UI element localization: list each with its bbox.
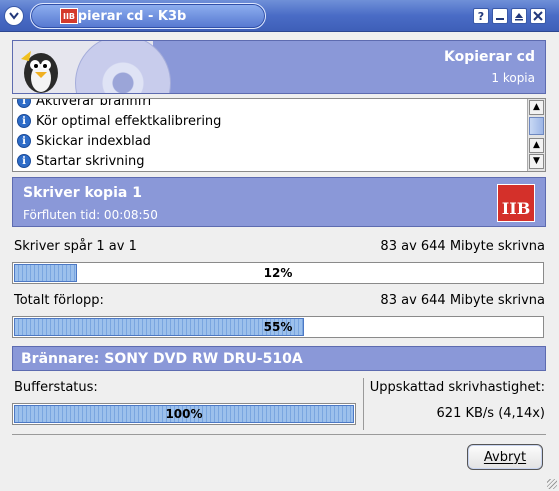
scroll-up-small-button[interactable]: ▲ (529, 138, 544, 153)
track-progress-text: 12% (263, 266, 293, 280)
minimize-button[interactable] (492, 8, 508, 24)
banner-graphic (13, 41, 171, 93)
info-icon: i (17, 154, 31, 168)
total-label: Totalt förlopp: (14, 293, 104, 308)
close-icon (533, 11, 543, 21)
header-banner: Kopierar cd 1 kopia (12, 40, 546, 94)
log-items: i Aktiverar brännfri i Kör optimal effek… (13, 98, 221, 171)
scroll-down-button[interactable]: ▼ (529, 154, 544, 169)
window-menu-button[interactable] (4, 6, 24, 26)
minimize-icon (496, 18, 504, 20)
info-icon: i (17, 114, 31, 128)
copy-status-title: Skriver kopia 1 (23, 185, 142, 201)
list-item: i Startar skrivning (13, 151, 221, 171)
arrow-up-icon: ▲ (533, 140, 540, 150)
resize-grip[interactable] (547, 479, 557, 489)
track-size: 83 av 644 Mibyte skrivna (380, 239, 545, 254)
question-icon: ? (477, 9, 485, 23)
arrow-down-icon: ▼ (533, 156, 540, 166)
total-progress-text: 55% (263, 320, 293, 334)
chevron-down-icon (9, 12, 19, 20)
speed-label: Uppskattad skrivhastighet: (369, 380, 545, 395)
copy-status-panel: Skriver kopia 1 Förfluten tid: 00:08:50 … (12, 177, 546, 227)
elapsed-time: Förfluten tid: 00:08:50 (23, 208, 158, 222)
maximize-button[interactable] (511, 8, 527, 24)
scroll-up-button[interactable]: ▲ (529, 100, 544, 115)
scroll-thumb[interactable] (529, 117, 544, 135)
burner-bar: Brännare: SONY DVD RW DRU-510A (12, 346, 546, 371)
cancel-button-label: Avbryt (483, 449, 527, 465)
log-item-text: Startar skrivning (36, 153, 145, 169)
buffer-label: Bufferstatus: (14, 380, 98, 395)
buffer-progress-bar: 100% (12, 403, 356, 425)
cancel-button[interactable]: Avbryt (467, 444, 543, 470)
total-progress-bar: 55% (12, 316, 544, 338)
penguin-icon (21, 51, 58, 93)
cd-disc-icon (75, 41, 171, 93)
log-item-text: Kör optimal effektkalibrering (36, 113, 222, 129)
help-button[interactable]: ? (473, 8, 489, 24)
track-label: Skriver spår 1 av 1 (14, 239, 137, 254)
title-bar[interactable]: IIB Kopierar cd - K3b ? (0, 0, 559, 32)
buffer-progress-text: 100% (165, 407, 203, 421)
header-title: Kopierar cd (444, 49, 535, 65)
horizontal-divider (12, 434, 546, 435)
k3b-logo-icon: IIB (497, 184, 535, 222)
log-list[interactable]: i Aktiverar brännfri i Kör optimal effek… (12, 98, 546, 172)
window-title: Kopierar cd - K3b (59, 8, 187, 24)
list-item: i Kör optimal effektkalibrering (13, 111, 221, 131)
window-title-pill: IIB Kopierar cd - K3b (30, 3, 266, 29)
log-item-text: Skickar indexblad (36, 133, 151, 149)
close-button[interactable] (530, 8, 546, 24)
info-icon: i (17, 99, 31, 108)
speed-value: 621 KB/s (4,14x) (436, 406, 545, 421)
list-item: i Aktiverar brännfri (13, 98, 221, 111)
total-size: 83 av 644 Mibyte skrivna (380, 293, 545, 308)
arrow-up-icon: ▲ (533, 102, 540, 112)
log-item-text: Aktiverar brännfri (36, 98, 152, 109)
vertical-divider (363, 378, 364, 430)
k3b-app-icon: IIB (60, 8, 78, 24)
info-icon: i (17, 134, 31, 148)
maximize-icon (515, 13, 523, 21)
log-scrollbar[interactable]: ▲ ▲ ▼ (527, 99, 545, 171)
list-item: i Skickar indexblad (13, 131, 221, 151)
track-progress-bar: 12% (12, 262, 544, 284)
header-subtitle: 1 kopia (491, 71, 535, 85)
burner-label: Brännare: SONY DVD RW DRU-510A (21, 350, 303, 367)
